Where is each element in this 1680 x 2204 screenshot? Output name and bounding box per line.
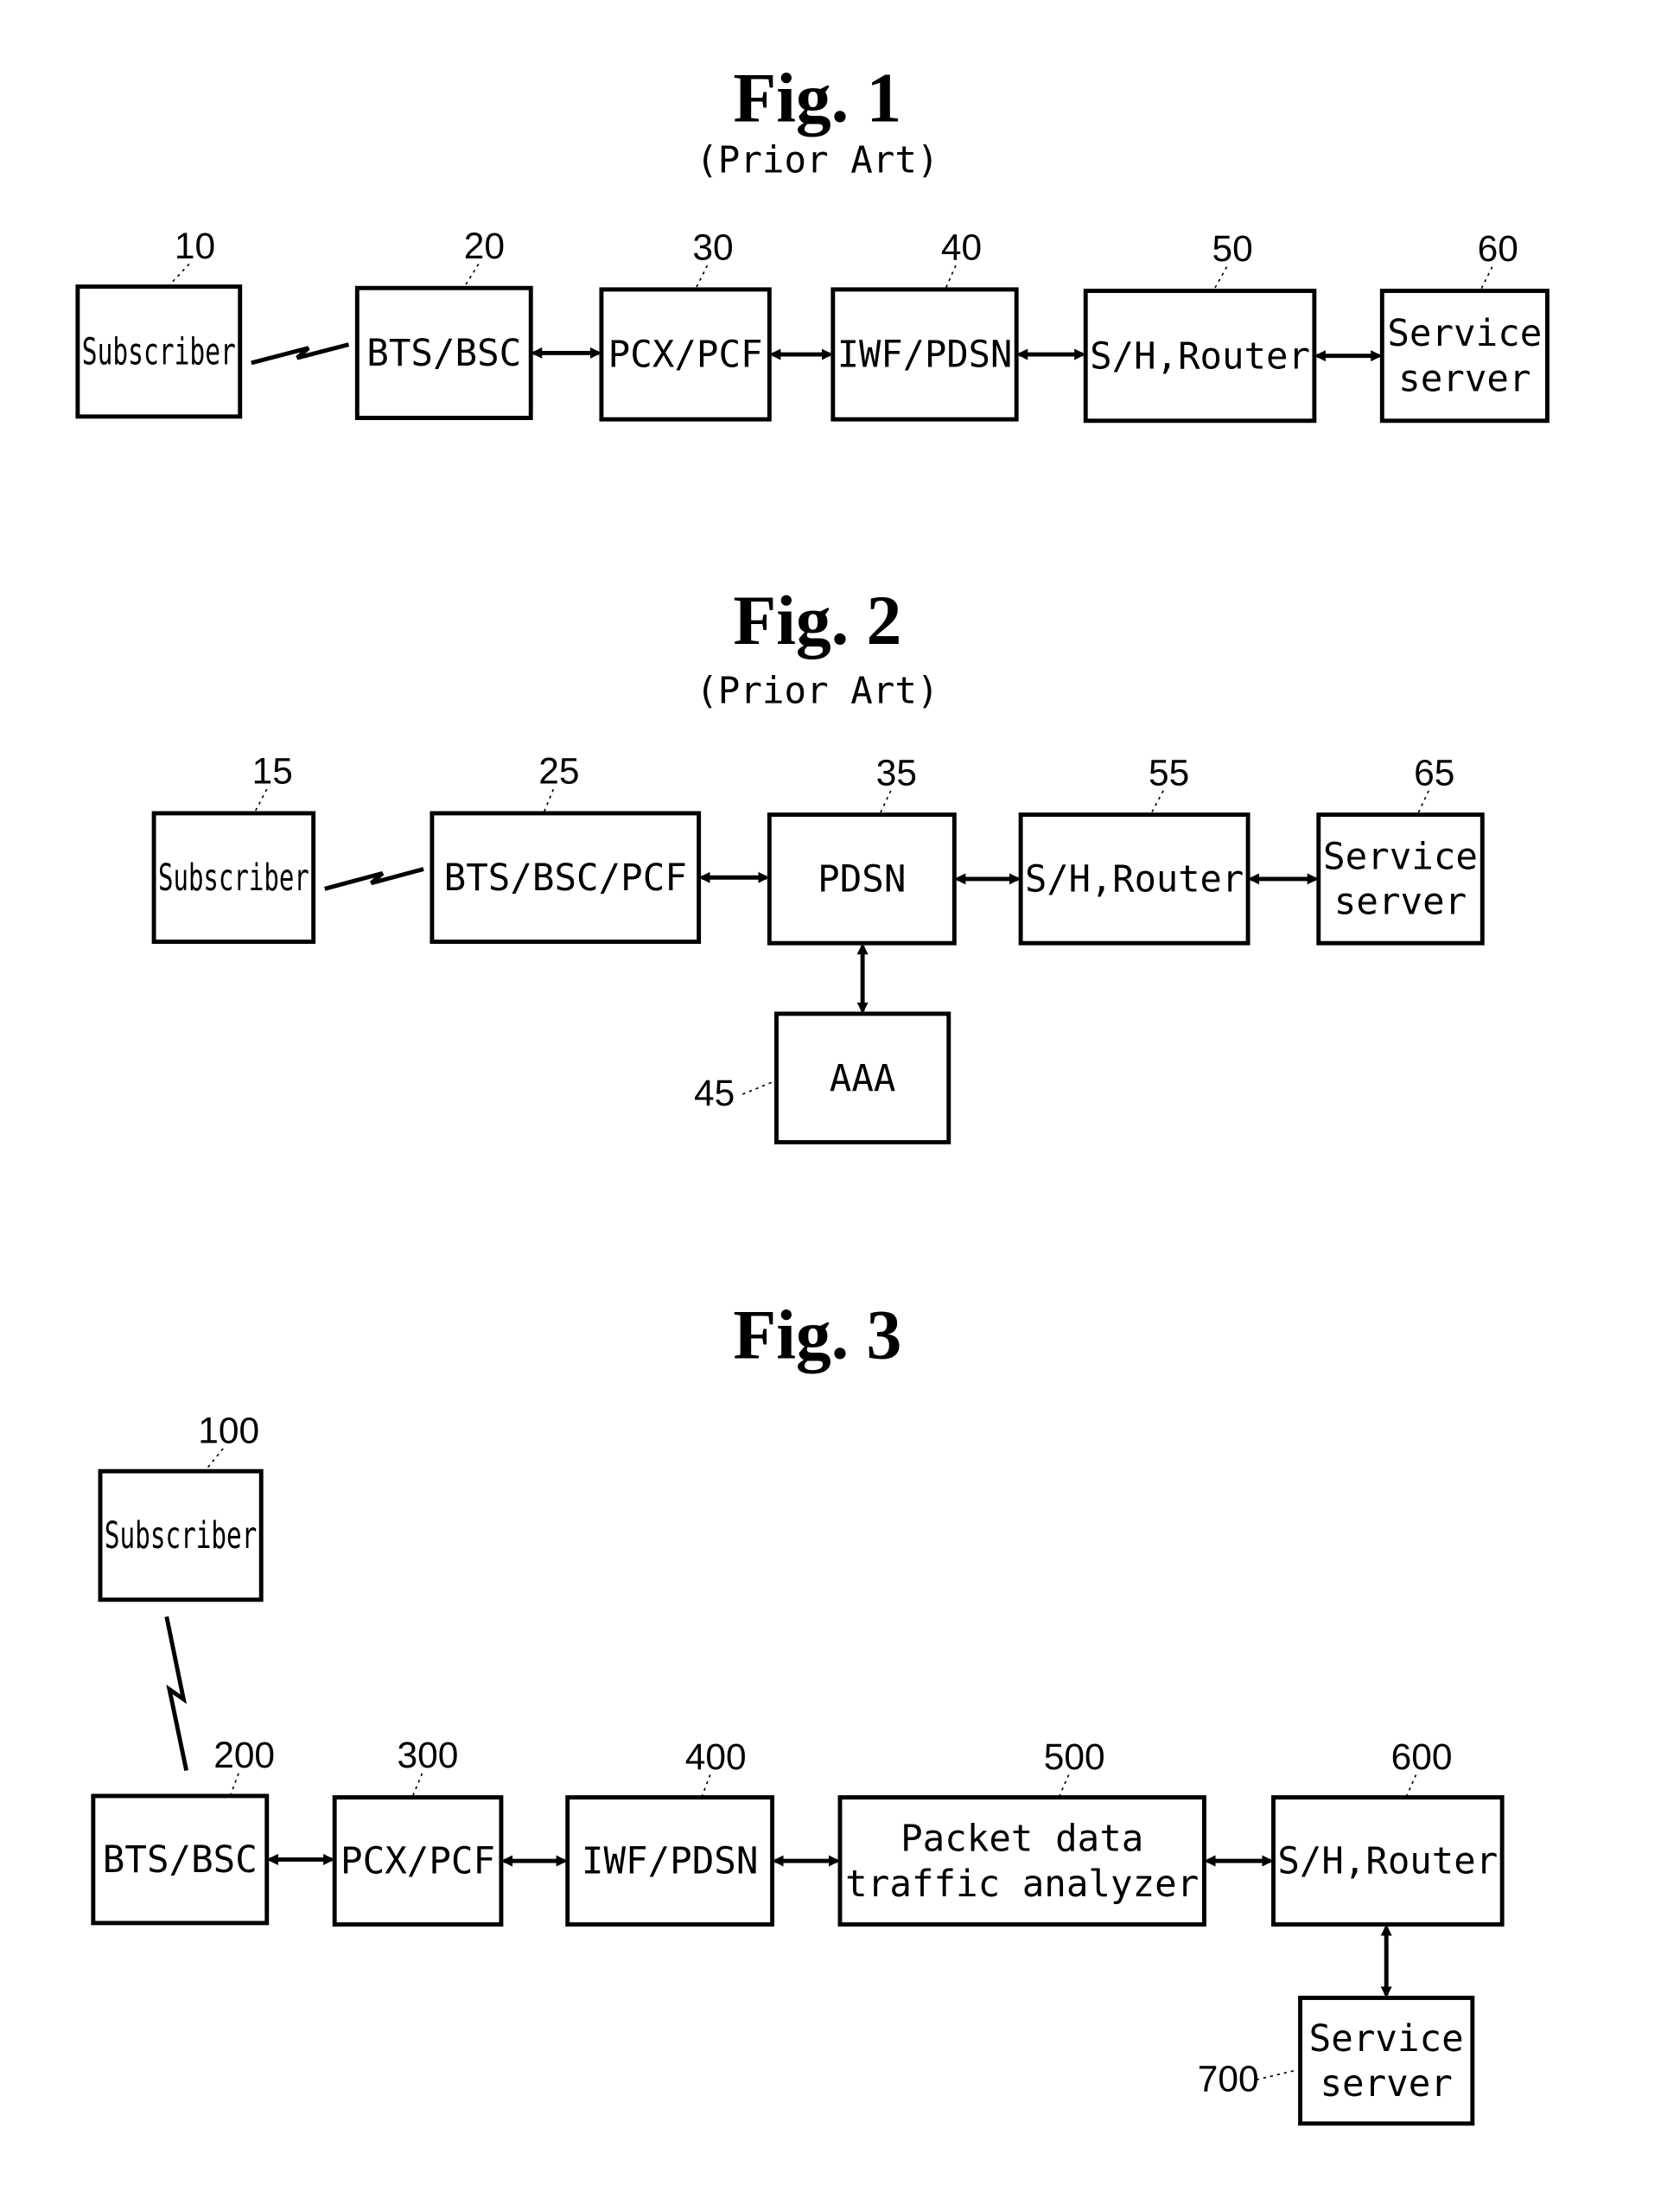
reference-numeral: 50 bbox=[1212, 228, 1253, 269]
reference-numeral: 700 bbox=[1198, 2058, 1259, 2099]
reference-numeral: 45 bbox=[694, 1073, 735, 1113]
node-700: Serviceserver 700 bbox=[1198, 1996, 1475, 2126]
leader-line bbox=[879, 790, 892, 815]
reference-numeral: 20 bbox=[464, 226, 505, 266]
figure-1: Fig. 1 (Prior Art) bbox=[696, 58, 939, 182]
node-label: Subscriber bbox=[105, 1515, 257, 1557]
figure-3: Fig. 3 bbox=[733, 1295, 901, 1373]
node-600: S/H,Router 600 bbox=[1271, 1736, 1505, 1927]
figure-title: Fig. 1 bbox=[733, 58, 901, 137]
node-label: traffic analyzer bbox=[845, 1863, 1199, 1906]
node-label: PCX/PCF bbox=[608, 334, 763, 377]
reference-numeral: 400 bbox=[685, 1736, 747, 1777]
wireless-link-icon bbox=[324, 867, 424, 891]
node-label: S/H,Router bbox=[1277, 1841, 1498, 1883]
leader-line bbox=[543, 788, 555, 814]
node-60: Serviceserver 60 bbox=[1379, 228, 1550, 424]
node-label: server bbox=[1334, 882, 1467, 924]
leader-line bbox=[253, 788, 268, 814]
leader-line bbox=[695, 264, 709, 289]
node-55: S/H,Router 55 bbox=[1018, 752, 1250, 946]
node-100: Subscriber 100 bbox=[98, 1411, 264, 1602]
leader-line bbox=[229, 1773, 239, 1797]
leader-line bbox=[701, 1774, 711, 1798]
wireless-link-icon bbox=[251, 342, 350, 366]
figure-subtitle: (Prior Art) bbox=[696, 671, 939, 713]
node-label: server bbox=[1398, 358, 1530, 400]
reference-numeral: 15 bbox=[252, 751, 293, 792]
node-40: IWF/PDSN 40 bbox=[830, 227, 1019, 422]
leader-line bbox=[945, 264, 957, 289]
reference-numeral: 100 bbox=[198, 1411, 259, 1451]
wireless-link-icon bbox=[164, 1615, 189, 1771]
reference-numeral: 60 bbox=[1478, 228, 1518, 269]
node-label: BTS/BSC bbox=[103, 1839, 258, 1882]
figure-2: Fig. 2 (Prior Art) bbox=[696, 581, 939, 713]
leader-line bbox=[167, 263, 190, 288]
reference-numeral: 40 bbox=[941, 227, 982, 268]
figure-subtitle: (Prior Art) bbox=[696, 139, 939, 182]
figure-title: Fig. 2 bbox=[733, 581, 901, 659]
node-label: Service bbox=[1323, 836, 1478, 878]
node-15: Subscriber 15 bbox=[151, 751, 316, 945]
node-30: PCX/PCF 30 bbox=[599, 227, 772, 422]
leader-line bbox=[204, 1448, 224, 1472]
reference-numeral: 55 bbox=[1149, 752, 1189, 793]
reference-numeral: 600 bbox=[1391, 1736, 1453, 1777]
reference-numeral: 200 bbox=[213, 1735, 275, 1775]
node-35: PDSN 35 bbox=[767, 752, 957, 946]
node-45: AAA 45 bbox=[694, 1011, 951, 1145]
reference-numeral: 30 bbox=[692, 227, 733, 268]
node-label: PDSN bbox=[818, 859, 906, 901]
leader-line bbox=[741, 1080, 774, 1095]
node-500: Packet datatraffic analyzer 500 bbox=[837, 1736, 1206, 1927]
reference-numeral: 65 bbox=[1414, 752, 1454, 793]
node-label: AAA bbox=[830, 1058, 896, 1100]
node-300: PCX/PCF 300 bbox=[332, 1735, 504, 1927]
node-label: Subscriber bbox=[82, 331, 236, 373]
node-label: Service bbox=[1387, 313, 1542, 355]
node-label: Subscriber bbox=[158, 857, 309, 900]
node-50: S/H,Router 50 bbox=[1083, 228, 1317, 424]
node-label: S/H,Router bbox=[1090, 335, 1310, 378]
node-label: server bbox=[1320, 2063, 1452, 2105]
node-label: Packet data bbox=[900, 1819, 1143, 1861]
reference-numeral: 10 bbox=[175, 226, 215, 266]
leader-line bbox=[411, 1773, 423, 1798]
node-label: BTS/BSC/PCF bbox=[444, 857, 687, 900]
node-65: Serviceserver 65 bbox=[1316, 752, 1485, 946]
node-label: PCX/PCF bbox=[340, 1841, 495, 1883]
leader-line bbox=[1405, 1774, 1417, 1798]
leader-line bbox=[463, 264, 480, 288]
node-label: IWF/PDSN bbox=[582, 1841, 759, 1883]
reference-numeral: 500 bbox=[1044, 1736, 1105, 1777]
node-label: BTS/BSC bbox=[366, 333, 521, 375]
node-label: IWF/PDSN bbox=[837, 334, 1013, 377]
node-label: S/H,Router bbox=[1025, 859, 1244, 901]
leader-line bbox=[1213, 266, 1228, 290]
node-20: BTS/BSC 20 bbox=[354, 226, 533, 420]
leader-line bbox=[1256, 2069, 1298, 2081]
reference-numeral: 25 bbox=[538, 751, 579, 792]
node-10: Subscriber 10 bbox=[75, 226, 243, 419]
patent-drawing-sheet: Fig. 1 (Prior Art) Fig. 2 (Prior Art) Fi… bbox=[75, 58, 1550, 2126]
node-label: Service bbox=[1309, 2018, 1464, 2061]
leader-line bbox=[1058, 1774, 1070, 1798]
node-box bbox=[1379, 289, 1550, 424]
node-400: IWF/PDSN 400 bbox=[565, 1736, 775, 1927]
node-25: BTS/BSC/PCF 25 bbox=[430, 751, 702, 945]
reference-numeral: 300 bbox=[398, 1735, 459, 1775]
leader-line bbox=[1416, 790, 1429, 815]
node-box bbox=[1316, 812, 1485, 946]
leader-line bbox=[1480, 266, 1493, 290]
leader-line bbox=[1149, 790, 1164, 815]
reference-numeral: 35 bbox=[876, 752, 917, 793]
figure-title: Fig. 3 bbox=[733, 1295, 901, 1373]
